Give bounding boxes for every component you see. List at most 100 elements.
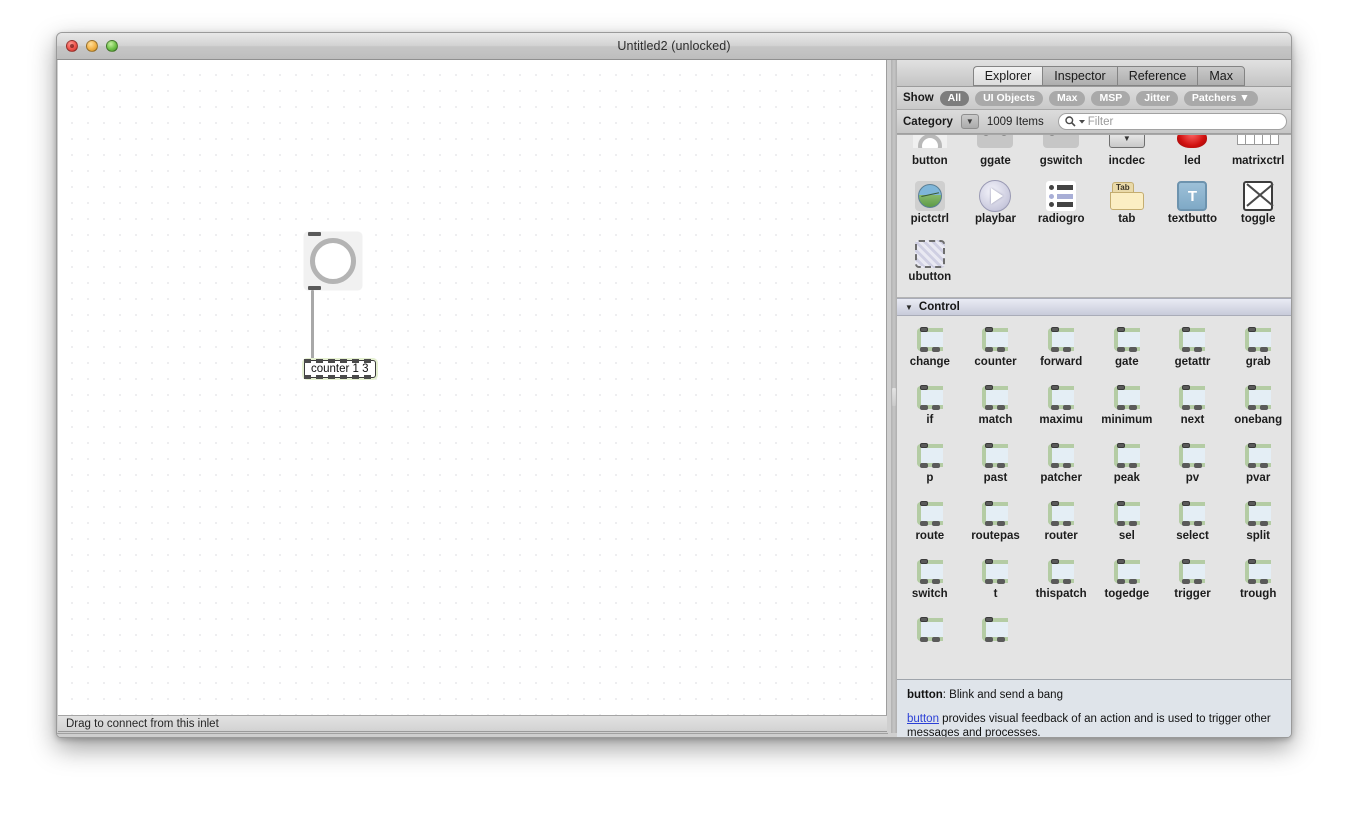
- object-item-past[interactable]: past: [963, 438, 1029, 494]
- tab-explorer-label: Explorer: [984, 69, 1032, 83]
- object-item-togedge[interactable]: togedge: [1094, 554, 1160, 610]
- section-header-control[interactable]: ▼ Control: [897, 298, 1291, 316]
- object-item-t[interactable]: t: [963, 554, 1029, 610]
- palette-item-textbutton[interactable]: T textbutto: [1160, 179, 1226, 235]
- max-object-icon: [1176, 496, 1208, 530]
- object-item-counter[interactable]: counter: [963, 322, 1029, 378]
- radiogroup-icon: [1046, 179, 1077, 213]
- palette-item-ggate[interactable]: ggate: [963, 135, 1029, 177]
- object-item-sel[interactable]: sel: [1094, 496, 1160, 552]
- max-object-icon: [979, 612, 1011, 646]
- object-browser[interactable]: button ggate gswitch ▼ incdec led matrix…: [897, 134, 1291, 679]
- search-placeholder: Filter: [1087, 115, 1114, 128]
- palette-item-matrixctrl[interactable]: matrixctrl: [1225, 135, 1291, 177]
- pictctrl-icon: [914, 179, 945, 213]
- filter-ui-objects[interactable]: UI Objects: [975, 90, 1044, 106]
- object-item-patcher[interactable]: patcher: [1028, 438, 1094, 494]
- triangle-down-icon[interactable]: ▼: [905, 303, 913, 312]
- palette-item-label: playbar: [975, 213, 1016, 225]
- object-item-label: minimum: [1101, 414, 1153, 426]
- palette-item-pictctrl[interactable]: pictctrl: [897, 179, 963, 235]
- patcher-canvas[interactable]: counter 1 3: [58, 60, 887, 715]
- splitter-grip[interactable]: [892, 387, 896, 406]
- info-body: button provides visual feedback of an ac…: [907, 712, 1281, 737]
- outlet-nub[interactable]: [308, 286, 321, 290]
- object-item-route[interactable]: route: [897, 496, 963, 552]
- object-browser-scroll-content: button ggate gswitch ▼ incdec led matrix…: [897, 135, 1291, 672]
- object-item-split[interactable]: split: [1225, 496, 1291, 552]
- filter-msp[interactable]: MSP: [1091, 90, 1131, 106]
- palette-item-tab[interactable]: Tab tab: [1094, 179, 1160, 235]
- object-item-label: change: [909, 356, 950, 368]
- object-item-change[interactable]: change: [897, 322, 963, 378]
- object-item-switch[interactable]: switch: [897, 554, 963, 610]
- object-item-label: match: [978, 414, 1013, 426]
- object-item-minimum[interactable]: minimum: [1094, 380, 1160, 436]
- palette-item-label: radiogro: [1037, 213, 1085, 225]
- palette-item-label: gswitch: [1039, 155, 1083, 167]
- tab-explorer[interactable]: Explorer: [972, 66, 1043, 86]
- info-panel: button: Blink and send a bang button pro…: [897, 679, 1291, 737]
- info-object-link[interactable]: button: [907, 713, 939, 725]
- patch-cord[interactable]: [311, 290, 314, 364]
- palette-item-led[interactable]: led: [1160, 135, 1226, 177]
- object-item-pvar[interactable]: pvar: [1225, 438, 1291, 494]
- object-item-p[interactable]: p: [897, 438, 963, 494]
- textbutton-icon: T: [1177, 179, 1208, 213]
- object-item-partial-2[interactable]: [963, 612, 1029, 668]
- max-object-icon: [979, 554, 1011, 588]
- object-item-if[interactable]: if: [897, 380, 963, 436]
- object-item-partial-1[interactable]: [897, 612, 963, 668]
- object-item-getattr[interactable]: getattr: [1160, 322, 1226, 378]
- window-title: Untitled2 (unlocked): [617, 39, 731, 53]
- object-item-trough[interactable]: trough: [1225, 554, 1291, 610]
- object-item-label: switch: [911, 588, 948, 600]
- object-item-match[interactable]: match: [963, 380, 1029, 436]
- filter-all[interactable]: All: [939, 90, 970, 106]
- object-item-select[interactable]: select: [1160, 496, 1226, 552]
- section-title: Control: [918, 301, 960, 313]
- palette-item-playbar[interactable]: playbar: [963, 179, 1029, 235]
- object-item-label: routepas: [971, 530, 1020, 542]
- sidebar: Explorer Inspector Reference Max Show Al…: [897, 60, 1291, 737]
- search-input[interactable]: Filter: [1057, 113, 1287, 130]
- object-item-router[interactable]: router: [1028, 496, 1094, 552]
- palette-item-incdec[interactable]: ▼ incdec: [1094, 135, 1160, 177]
- object-item-routepass[interactable]: routepas: [963, 496, 1029, 552]
- max-object-icon: [1111, 438, 1143, 472]
- chevron-down-icon[interactable]: ▼: [960, 114, 979, 129]
- tab-max[interactable]: Max: [1197, 66, 1245, 86]
- palette-item-gswitch[interactable]: gswitch: [1028, 135, 1094, 177]
- object-item-label: past: [983, 472, 1008, 484]
- category-row: Category ▼ 1009 Items Filter: [897, 110, 1291, 134]
- filter-max[interactable]: Max: [1049, 90, 1086, 106]
- palette-item-toggle[interactable]: toggle: [1225, 179, 1291, 235]
- palette-item-radiogroup[interactable]: radiogro: [1028, 179, 1094, 235]
- object-item-trigger[interactable]: trigger: [1160, 554, 1226, 610]
- max-object-icon: [979, 496, 1011, 530]
- max-object-icon: [1176, 322, 1208, 356]
- object-item-maximum[interactable]: maximu: [1028, 380, 1094, 436]
- object-item-thispatcher[interactable]: thispatch: [1028, 554, 1094, 610]
- object-box-counter[interactable]: counter 1 3: [304, 359, 376, 379]
- max-object-icon: [979, 438, 1011, 472]
- palette-item-label: ubutton: [908, 271, 952, 283]
- object-item-next[interactable]: next: [1160, 380, 1226, 436]
- palette-item-label: pictctrl: [910, 213, 949, 225]
- inlet-nub[interactable]: [308, 232, 321, 236]
- object-item-peak[interactable]: peak: [1094, 438, 1160, 494]
- palette-item-ubutton[interactable]: ubutton: [897, 237, 963, 293]
- object-item-onebang[interactable]: onebang: [1225, 380, 1291, 436]
- palette-item-button[interactable]: button: [897, 135, 963, 177]
- tab-reference[interactable]: Reference: [1116, 66, 1198, 86]
- object-item-grab[interactable]: grab: [1225, 322, 1291, 378]
- palette-item-label: ggate: [980, 155, 1011, 167]
- filter-jitter[interactable]: Jitter: [1136, 90, 1178, 106]
- tab-inspector[interactable]: Inspector: [1042, 66, 1117, 86]
- object-item-forward[interactable]: forward: [1028, 322, 1094, 378]
- bang-object[interactable]: [304, 232, 362, 290]
- filter-patchers[interactable]: Patchers ▼: [1183, 90, 1258, 106]
- object-item-label: grab: [1245, 356, 1271, 368]
- object-item-pv[interactable]: pv: [1160, 438, 1226, 494]
- object-item-gate[interactable]: gate: [1094, 322, 1160, 378]
